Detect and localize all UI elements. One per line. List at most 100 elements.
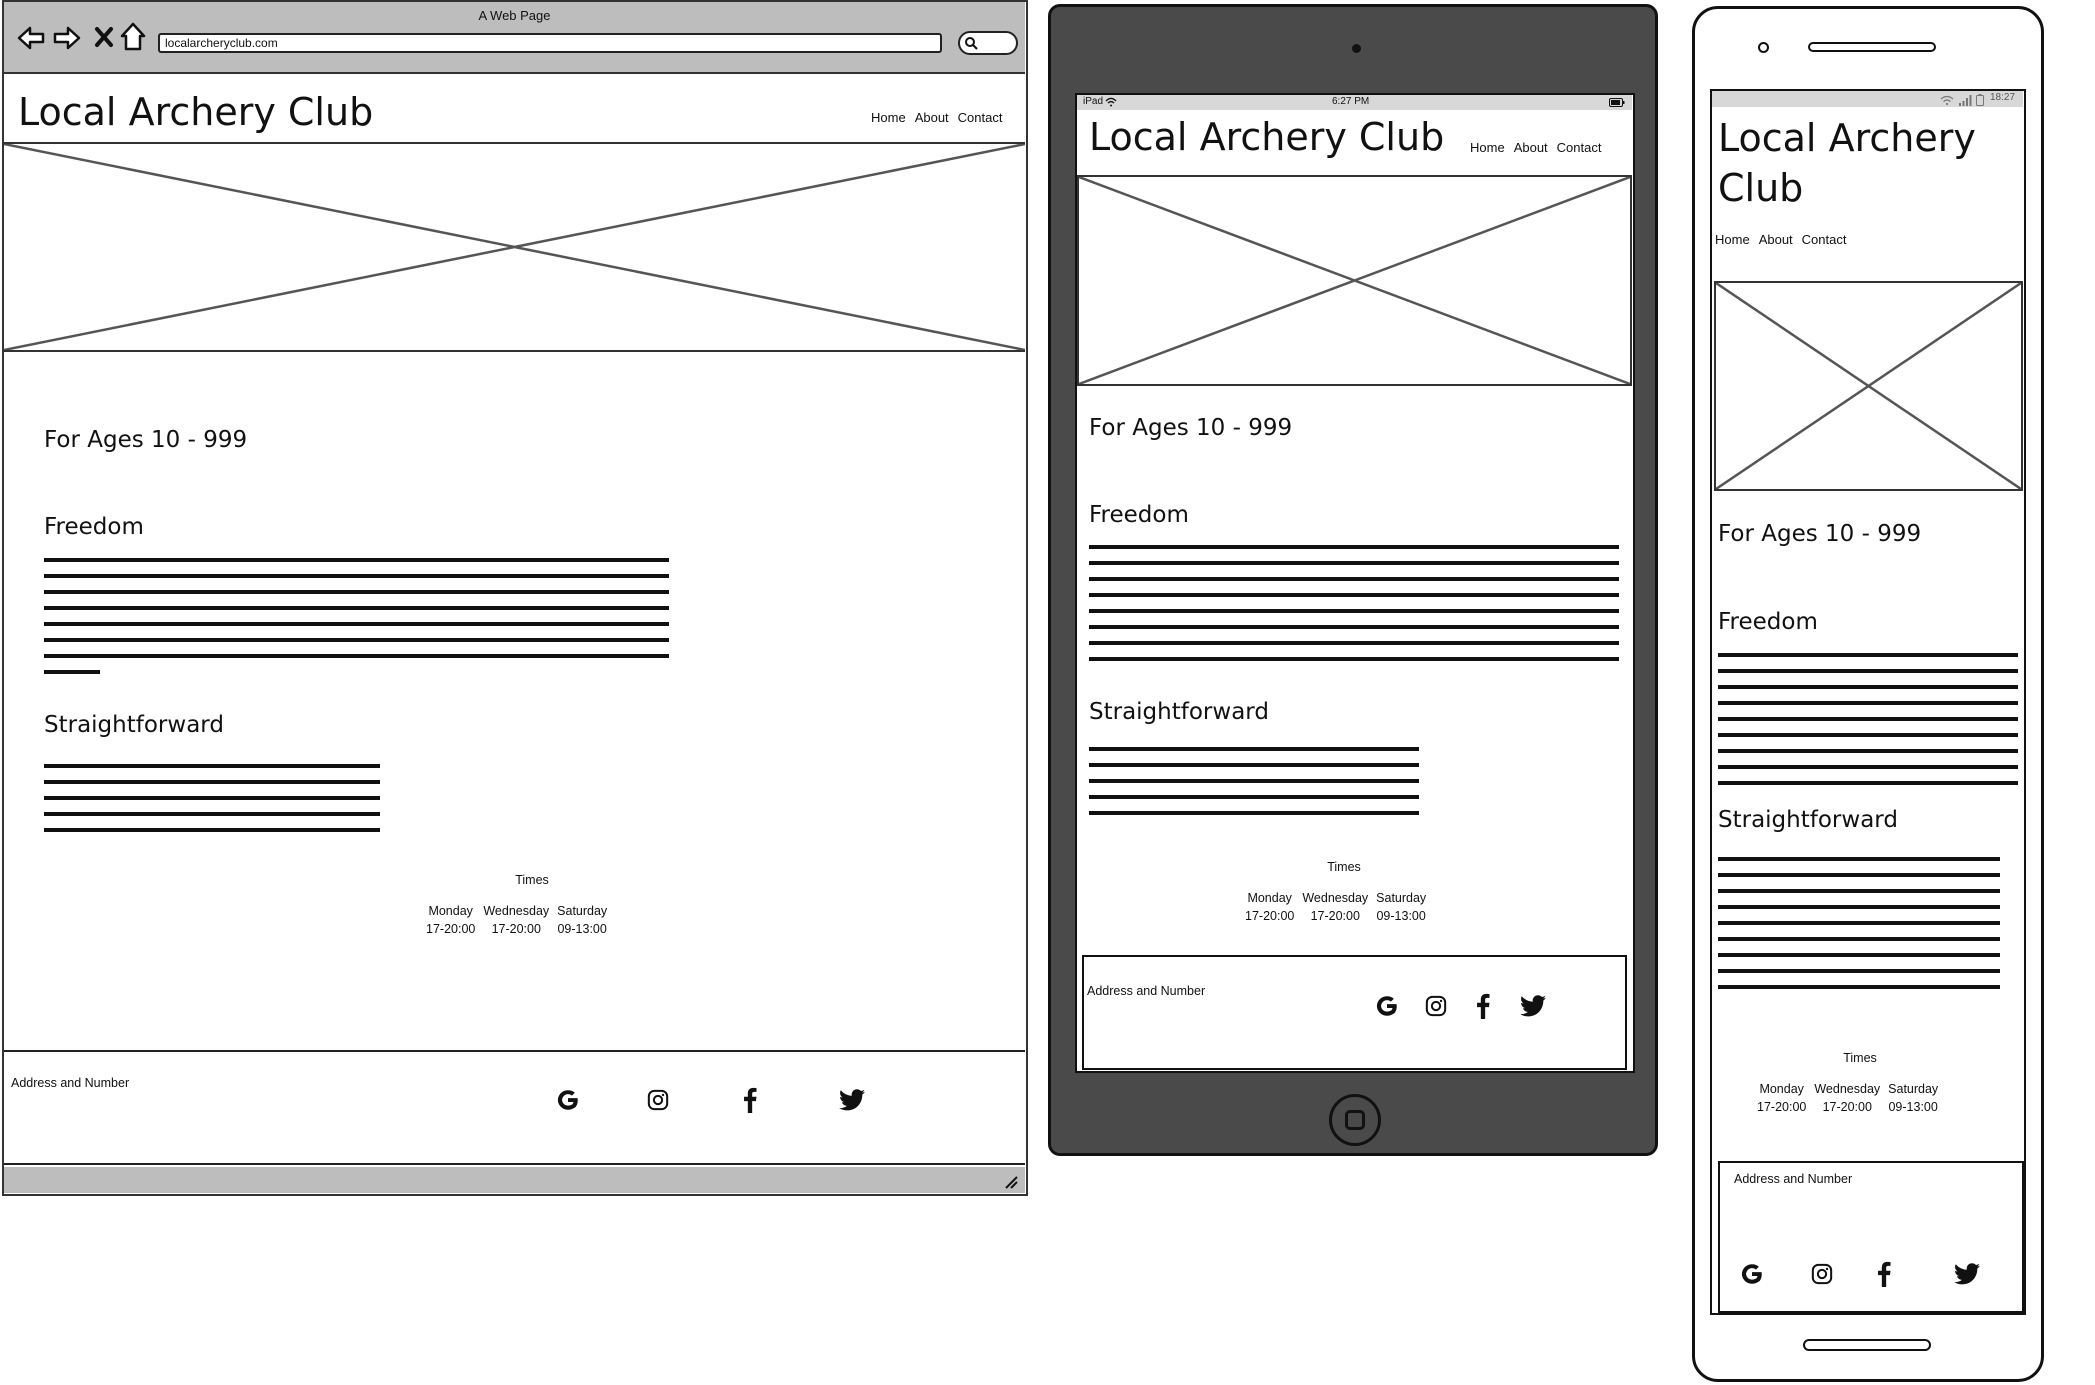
nav-home[interactable]: Home: [871, 110, 906, 125]
phone-day-saturday: Saturday: [1888, 1082, 1939, 1096]
tablet-day-saturday: Saturday: [1376, 891, 1427, 905]
phone-times-table: Monday Wednesday Saturday 17-20:00 17-20:00…: [1753, 1080, 1942, 1116]
freedom-text-last-line: [44, 670, 100, 674]
browser-status-bar: [4, 1167, 1025, 1193]
tablet-footer: Address and Number: [1082, 955, 1627, 1070]
phone-instagram-icon[interactable]: [1811, 1263, 1833, 1285]
forward-icon[interactable]: [52, 24, 82, 52]
url-text: localarcheryclub.com: [165, 36, 278, 50]
site-footer: Address and Number: [4, 1050, 1025, 1165]
tablet-hours-saturday: 09-13:00: [1376, 909, 1426, 923]
freedom-heading: Freedom: [44, 514, 144, 540]
phone-nav-home[interactable]: Home: [1715, 232, 1750, 247]
home-icon[interactable]: [120, 22, 146, 52]
tablet-site-title: Local Archery Club: [1089, 115, 1445, 159]
tablet-nav-home[interactable]: Home: [1470, 140, 1505, 155]
phone-nav-contact[interactable]: Contact: [1802, 232, 1847, 247]
resize-grip-icon[interactable]: [1004, 1175, 1018, 1189]
tablet-nav: Home About Contact: [1461, 139, 1601, 157]
phone-site-title-line1: Local Archery Club: [1718, 116, 1976, 210]
tablet-facebook-icon[interactable]: [1475, 993, 1491, 1019]
tablet-straightforward-text-block: [1089, 747, 1419, 815]
tablet-times-heading: Times: [1327, 860, 1361, 874]
tablet-freedom-text-block: [1089, 545, 1619, 665]
tablet-twitter-icon[interactable]: [1520, 995, 1546, 1017]
battery-icon: [1609, 98, 1625, 107]
phone-ages-heading: For Ages 10 - 999: [1718, 521, 1922, 547]
hero-image-placeholder: [4, 142, 1025, 352]
phone-camera: [1758, 42, 1769, 53]
phone-twitter-icon[interactable]: [1954, 1263, 1980, 1285]
tablet-nav-contact[interactable]: Contact: [1557, 140, 1602, 155]
stop-icon[interactable]: [94, 26, 114, 48]
instagram-icon[interactable]: [647, 1089, 669, 1111]
tablet-day-wednesday: Wednesday: [1302, 891, 1369, 905]
phone-google-icon[interactable]: [1739, 1261, 1765, 1287]
freedom-text-block: [44, 558, 669, 662]
tablet-footer-address: Address and Number: [1087, 984, 1206, 998]
tablet-instagram-icon[interactable]: [1425, 995, 1447, 1017]
phone-freedom-text-block: [1718, 653, 2018, 785]
phone-straightforward-text-block: [1718, 857, 2000, 989]
tablet-status-bar: iPad 6:27 PM: [1077, 95, 1632, 110]
tablet-nav-about[interactable]: About: [1514, 140, 1548, 155]
tablet-clock: 6:27 PM: [1332, 96, 1370, 107]
day-wednesday: Wednesday: [483, 904, 550, 918]
ages-heading: For Ages 10 - 999: [44, 427, 248, 453]
phone-battery-icon: [1976, 93, 1984, 106]
tablet-camera: [1352, 44, 1361, 53]
phone-day-wednesday: Wednesday: [1814, 1082, 1881, 1096]
tablet-google-icon[interactable]: [1374, 993, 1400, 1019]
phone-freedom-heading: Freedom: [1718, 609, 1818, 635]
phone-home-bar[interactable]: [1803, 1339, 1931, 1351]
search-box[interactable]: [958, 31, 1018, 55]
home-square-icon: [1345, 1110, 1365, 1130]
tablet-frame: iPad 6:27 PM Local Archery Club Home Abou…: [1048, 4, 1658, 1156]
tablet-hours-monday: 17-20:00: [1245, 909, 1295, 923]
footer-address: Address and Number: [11, 1076, 130, 1090]
straightforward-text-block: [44, 764, 380, 832]
phone-hours-saturday: 09-13:00: [1888, 1100, 1938, 1114]
tablet-screen: iPad 6:27 PM Local Archery Club Home Abou…: [1075, 93, 1635, 1073]
wifi-icon: [1105, 97, 1117, 107]
nav-about[interactable]: About: [915, 110, 949, 125]
phone-status-bar: 18:27: [1712, 91, 2023, 107]
tablet-day-monday: Monday: [1247, 891, 1292, 905]
phone-wifi-icon: [1940, 93, 1954, 106]
phone-facebook-icon[interactable]: [1876, 1261, 1892, 1287]
back-icon[interactable]: [16, 24, 46, 52]
phone-hours-monday: 17-20:00: [1757, 1100, 1807, 1114]
tablet-hero-image-placeholder: [1077, 175, 1632, 386]
straightforward-heading: Straightforward: [44, 712, 224, 738]
phone-signal-icon: [1958, 93, 1972, 106]
nav-contact[interactable]: Contact: [958, 110, 1003, 125]
address-bar[interactable]: localarcheryclub.com: [158, 33, 942, 53]
site-title: Local Archery Club: [18, 90, 374, 134]
times-heading: Times: [515, 873, 549, 887]
phone-clock: 18:27: [1990, 92, 2016, 103]
phone-hero-image-placeholder: [1714, 281, 2023, 491]
phone-straightforward-heading: Straightforward: [1718, 807, 1898, 833]
twitter-icon[interactable]: [839, 1089, 865, 1111]
phone-footer-address: Address and Number: [1734, 1172, 1853, 1186]
phone-nav: Home About Contact: [1706, 231, 1846, 249]
phone-nav-about[interactable]: About: [1759, 232, 1793, 247]
phone-frame: 18:27 Local Archery Club Home About Contac…: [1692, 6, 2044, 1382]
desktop-browser-frame: A Web Page localarcheryclub.com Local Ar…: [2, 0, 1028, 1196]
tablet-times-table: Monday Wednesday Saturday 17-20:00 17-20:00…: [1241, 889, 1430, 925]
times-table: Monday Wednesday Saturday 17-20:00 17-20:00…: [422, 902, 611, 938]
phone-day-monday: Monday: [1759, 1082, 1804, 1096]
day-monday: Monday: [428, 904, 473, 918]
main-nav: Home About Contact: [862, 109, 1002, 127]
phone-footer: Address and Number: [1718, 1161, 2024, 1313]
phone-times-heading: Times: [1843, 1051, 1877, 1065]
google-icon[interactable]: [555, 1087, 581, 1113]
tablet-home-button[interactable]: [1329, 1094, 1381, 1146]
search-icon: [964, 36, 978, 50]
phone-hours-wednesday: 17-20:00: [1822, 1100, 1872, 1114]
facebook-icon[interactable]: [742, 1087, 758, 1113]
tablet-carrier: iPad: [1083, 96, 1104, 107]
day-saturday: Saturday: [557, 904, 608, 918]
tablet-freedom-heading: Freedom: [1089, 502, 1189, 528]
hours-monday: 17-20:00: [426, 922, 476, 936]
